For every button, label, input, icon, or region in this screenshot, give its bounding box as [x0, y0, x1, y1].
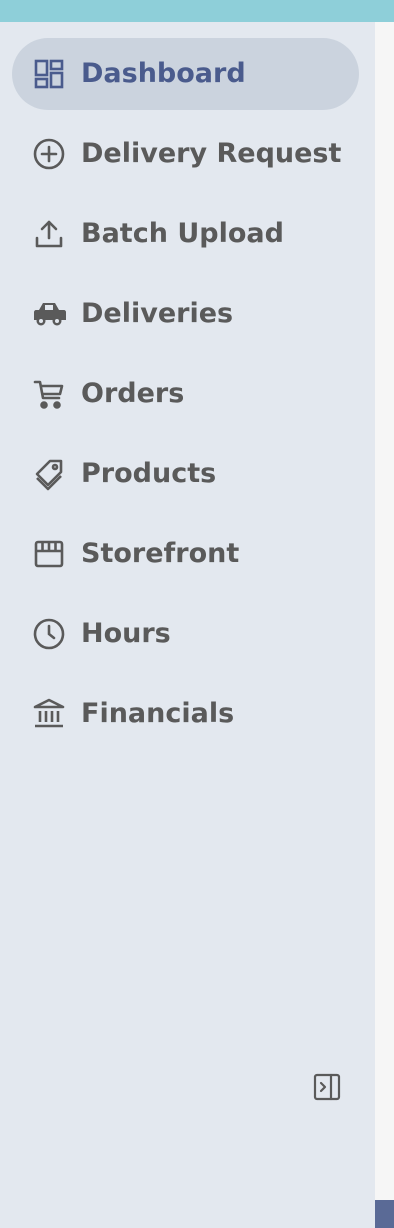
- sidebar-item-dashboard[interactable]: Dashboard: [12, 38, 359, 110]
- clock-icon: [31, 616, 67, 652]
- sidebar-item-label: Dashboard: [81, 58, 246, 89]
- sidebar-item-label: Batch Upload: [81, 218, 284, 249]
- sidebar-item-label: Storefront: [81, 538, 240, 569]
- sidebar-item-storefront[interactable]: Storefront: [12, 518, 359, 590]
- sidebar-item-hours[interactable]: Hours: [12, 598, 359, 670]
- storefront-icon: [31, 536, 67, 572]
- app-window: Dashboard Delivery Request Batch Upload …: [0, 0, 394, 1228]
- collapse-sidebar-icon: [312, 1073, 342, 1106]
- sidebar-item-products[interactable]: Products: [12, 438, 359, 510]
- sidebar-item-batch-upload[interactable]: Batch Upload: [12, 198, 359, 270]
- dashboard-icon: [31, 56, 67, 92]
- collapse-sidebar-button[interactable]: [312, 1072, 342, 1102]
- main-content-accent: [375, 1200, 394, 1228]
- upload-icon: [31, 216, 67, 252]
- sidebar-item-label: Financials: [81, 698, 235, 729]
- sidebar-item-label: Hours: [81, 618, 171, 649]
- sidebar-item-label: Orders: [81, 378, 185, 409]
- sidebar: Dashboard Delivery Request Batch Upload …: [0, 22, 375, 1228]
- sidebar-item-label: Products: [81, 458, 217, 489]
- cart-icon: [31, 376, 67, 412]
- sidebar-item-deliveries[interactable]: Deliveries: [12, 278, 359, 350]
- sidebar-item-orders[interactable]: Orders: [12, 358, 359, 430]
- main-content-edge: [375, 22, 394, 1228]
- top-header-strip: [0, 0, 394, 22]
- tag-icon: [31, 456, 67, 492]
- car-icon: [31, 296, 67, 332]
- bank-icon: [31, 696, 67, 732]
- sidebar-nav: Dashboard Delivery Request Batch Upload …: [12, 38, 359, 758]
- sidebar-item-financials[interactable]: Financials: [12, 678, 359, 750]
- sidebar-item-delivery-request[interactable]: Delivery Request: [12, 118, 359, 190]
- sidebar-item-label: Deliveries: [81, 298, 234, 329]
- sidebar-item-label: Delivery Request: [81, 138, 342, 169]
- plus-circle-icon: [31, 136, 67, 172]
